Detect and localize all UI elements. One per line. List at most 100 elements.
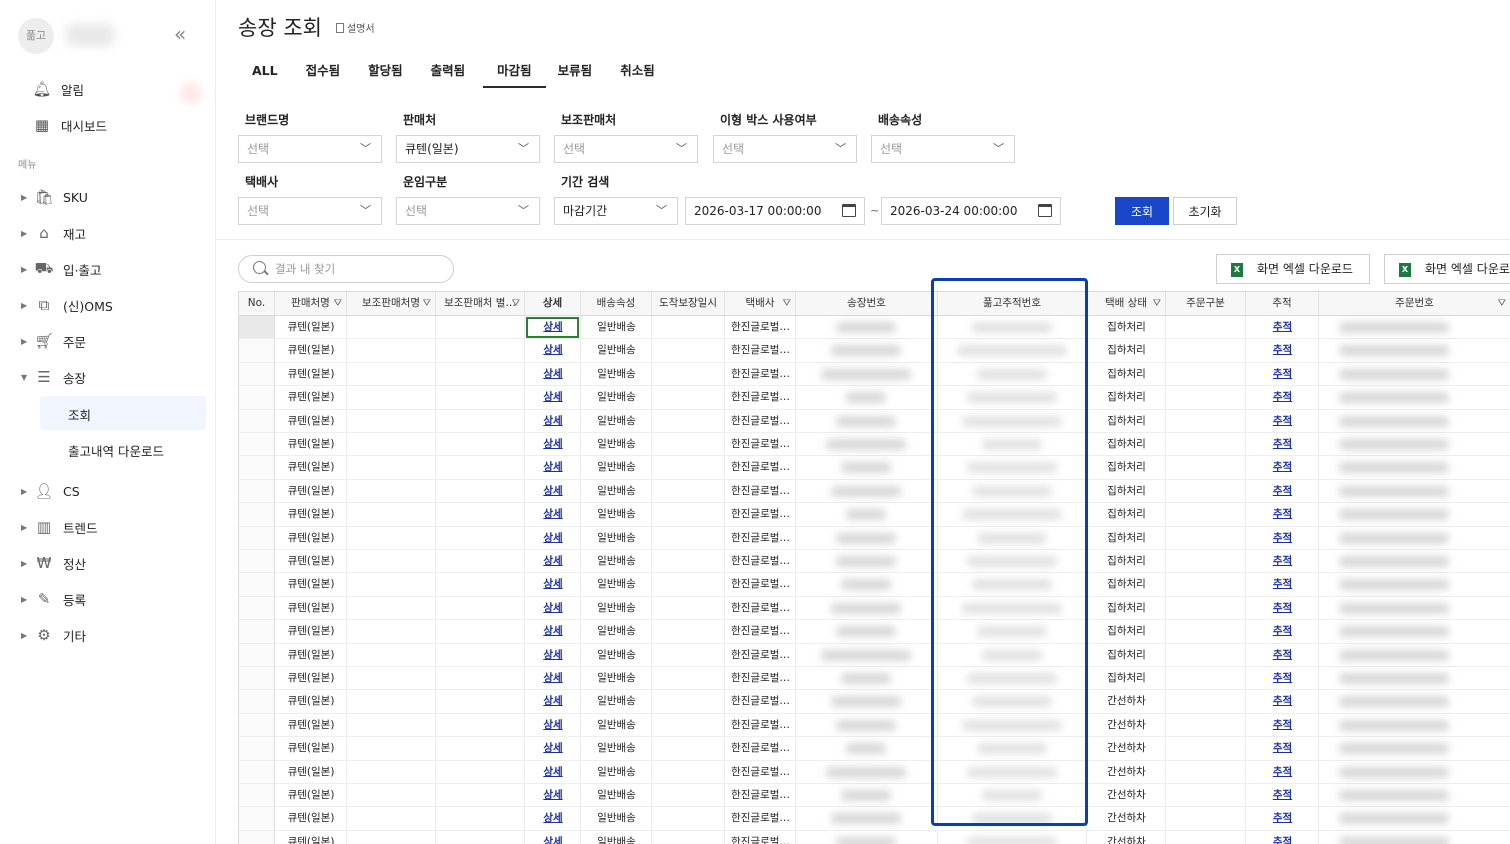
row-number-cell[interactable]	[239, 784, 275, 808]
detail-link[interactable]: 상세	[525, 644, 581, 667]
row-number-cell[interactable]	[239, 596, 275, 621]
track-link[interactable]: 추적	[1246, 527, 1319, 550]
collapse-sidebar-icon[interactable]: «	[174, 22, 186, 46]
column-header[interactable]: 주문구분	[1166, 292, 1246, 316]
calendar-icon[interactable]	[1038, 204, 1052, 217]
date-to-input[interactable]: 2026-03-24 00:00:00	[881, 197, 1061, 225]
detail-link[interactable]: 상세	[525, 690, 581, 714]
detail-link[interactable]: 상세	[525, 503, 581, 527]
detail-link[interactable]: 상세	[525, 784, 581, 808]
row-number-cell[interactable]	[239, 760, 275, 784]
column-header[interactable]: No.	[239, 292, 275, 316]
column-header[interactable]: 주문번호 ⛛	[1319, 292, 1510, 316]
track-link[interactable]: 추적	[1246, 644, 1319, 667]
row-number-cell[interactable]	[239, 620, 275, 644]
detail-link[interactable]: 상세	[525, 410, 581, 433]
filter-icon[interactable]: ⛛	[334, 292, 342, 315]
track-link[interactable]: 추적	[1246, 714, 1319, 738]
row-number-cell[interactable]	[239, 573, 275, 597]
sidebar-item-trend[interactable]: ▶ ▥ 트렌드	[0, 512, 216, 542]
courier-select[interactable]: 선택 ﹀	[238, 197, 382, 225]
track-link[interactable]: 추적	[1246, 480, 1319, 504]
detail-link[interactable]: 상세	[525, 433, 581, 457]
detail-link[interactable]: 상세	[525, 831, 581, 844]
sub-seller-select[interactable]: 선택 ﹀	[554, 135, 698, 163]
tab-cancelled[interactable]: 취소됨	[610, 56, 665, 88]
avatar[interactable]: 풂고	[18, 18, 54, 54]
column-header[interactable]: 도착보장일시	[652, 292, 725, 316]
track-link[interactable]: 추적	[1246, 573, 1319, 597]
detail-link[interactable]: 상세	[525, 363, 581, 387]
tab-all[interactable]: ALL	[242, 56, 288, 88]
row-number-cell[interactable]	[239, 550, 275, 574]
column-header[interactable]: 송장번호	[796, 292, 938, 316]
result-search-input[interactable]	[238, 255, 454, 283]
track-link[interactable]: 추적	[1246, 386, 1319, 410]
excel-download-button-2[interactable]: X화면 엑셀 다운로드	[1384, 254, 1510, 284]
tab-closed[interactable]: 마감됨	[483, 56, 546, 88]
column-header[interactable]: 택배 상태 ⛛	[1087, 292, 1166, 316]
detail-link[interactable]: 상세	[525, 761, 581, 784]
row-number-cell[interactable]	[239, 643, 275, 667]
brand-select[interactable]: 선택 ﹀	[238, 135, 382, 163]
column-header[interactable]: 판매처명 ⛛	[275, 292, 347, 316]
track-link[interactable]: 추적	[1246, 807, 1319, 831]
row-number-cell[interactable]	[239, 503, 275, 527]
date-from-input[interactable]: 2026-03-17 00:00:00	[685, 197, 865, 225]
detail-link[interactable]: 상세	[525, 527, 581, 550]
column-header[interactable]: 보조판매처 별… ⛛	[436, 292, 525, 316]
column-header[interactable]: 배송속성	[581, 292, 652, 316]
row-number-cell[interactable]	[239, 456, 275, 480]
detail-link[interactable]: 상세	[525, 737, 581, 761]
detail-link[interactable]: 상세	[525, 807, 581, 831]
track-link[interactable]: 추적	[1246, 597, 1319, 621]
detail-link[interactable]: 상세	[525, 456, 581, 480]
sidebar-item-cs[interactable]: ▶ 👤︎ CS	[0, 476, 216, 506]
track-link[interactable]: 추적	[1246, 737, 1319, 761]
track-link[interactable]: 추적	[1246, 410, 1319, 433]
track-link[interactable]: 추적	[1246, 761, 1319, 784]
row-number-cell[interactable]	[239, 526, 275, 550]
freight-select[interactable]: 선택 ﹀	[396, 197, 540, 225]
row-number-cell[interactable]	[239, 713, 275, 738]
detail-link[interactable]: 상세	[525, 339, 581, 363]
detail-link[interactable]: 상세	[525, 550, 581, 574]
sidebar-item-settlement[interactable]: ▶ ₩ 정산	[0, 548, 216, 578]
column-header[interactable]: 상세	[525, 292, 581, 316]
filter-icon[interactable]: ⛛	[783, 292, 791, 315]
track-link[interactable]: 추적	[1246, 831, 1319, 844]
sidebar-item-oms[interactable]: ▶ ⧉ (신)OMS	[0, 290, 216, 320]
track-link[interactable]: 추적	[1246, 363, 1319, 387]
detail-link[interactable]: 상세	[525, 620, 581, 644]
calendar-icon[interactable]	[842, 204, 856, 217]
box-usage-select[interactable]: 선택 ﹀	[713, 135, 857, 163]
row-number-cell[interactable]	[239, 737, 275, 761]
filter-icon[interactable]: ⛛	[1498, 292, 1506, 315]
row-number-cell[interactable]	[239, 409, 275, 433]
track-link[interactable]: 추적	[1246, 620, 1319, 644]
tab-printed[interactable]: 출력됨	[421, 56, 476, 88]
detail-link[interactable]: 상세	[525, 714, 581, 738]
seller-select[interactable]: 큐텐(일본) ﹀	[396, 135, 540, 163]
track-link[interactable]: 추적	[1246, 667, 1319, 691]
row-number-cell[interactable]	[239, 479, 275, 504]
row-number-cell[interactable]	[239, 316, 275, 340]
tab-received[interactable]: 접수됨	[296, 56, 351, 88]
track-link[interactable]: 추적	[1246, 339, 1319, 363]
column-header[interactable]: 택배사 ⛛	[725, 292, 796, 316]
row-number-cell[interactable]	[239, 667, 275, 691]
track-link[interactable]: 추적	[1246, 503, 1319, 527]
filter-icon[interactable]: ⛛	[423, 292, 431, 315]
sidebar-item-sku[interactable]: ▶ 🛍︎ SKU	[0, 182, 216, 212]
row-number-cell[interactable]	[239, 433, 275, 457]
detail-link[interactable]: 상세	[525, 480, 581, 504]
tab-held[interactable]: 보류됨	[548, 56, 603, 88]
reset-button[interactable]: 초기화	[1173, 197, 1237, 225]
detail-link[interactable]: 상세	[525, 386, 581, 410]
sidebar-item-invoice[interactable]: ▼ ☰ 송장	[0, 362, 216, 392]
row-number-cell[interactable]	[239, 339, 275, 363]
track-link[interactable]: 추적	[1246, 690, 1319, 714]
detail-link[interactable]: 상세	[525, 667, 581, 691]
track-link[interactable]: 추적	[1246, 316, 1319, 340]
filter-icon[interactable]: ⛛	[1153, 292, 1161, 315]
